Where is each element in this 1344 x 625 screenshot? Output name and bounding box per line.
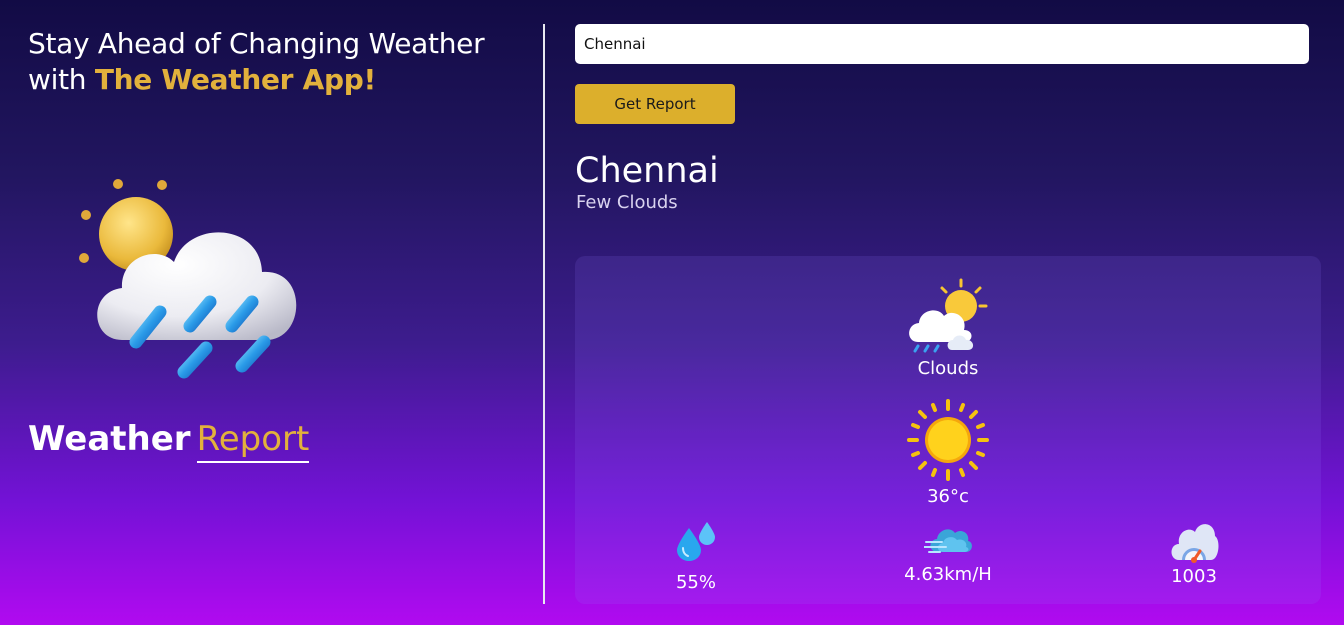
temperature-label: 36°c bbox=[927, 486, 969, 507]
weather-description: Few Clouds bbox=[576, 192, 678, 213]
headline-prefix: with bbox=[28, 63, 95, 96]
vertical-divider bbox=[543, 24, 545, 604]
hero-panel: Stay Ahead of Changing Weather with The … bbox=[0, 0, 544, 625]
pressure-block: 1003 bbox=[1144, 514, 1244, 588]
wind-cloud-icon bbox=[924, 529, 972, 553]
pressure-gauge-cloud-icon bbox=[1171, 524, 1219, 563]
weather-details-card: Clouds 36°c 55% 4.63km/H 1003 bbox=[575, 256, 1321, 604]
city-name: Chennai bbox=[575, 151, 719, 191]
sun-cloud-rain-icon bbox=[79, 179, 297, 379]
get-report-button[interactable]: Get Report bbox=[575, 84, 735, 124]
city-search-input[interactable] bbox=[575, 24, 1309, 64]
wind-label: 4.63km/H bbox=[904, 564, 992, 585]
humidity-label: 55% bbox=[675, 572, 716, 593]
water-drops-icon bbox=[677, 522, 715, 561]
condition-block: Clouds bbox=[888, 278, 1008, 380]
partly-cloudy-rain-icon bbox=[909, 278, 988, 353]
wind-block: 4.63km/H bbox=[888, 518, 1008, 586]
report-title-accent: Report bbox=[196, 418, 310, 463]
humidity-block: 55% bbox=[646, 518, 746, 594]
pressure-label: 1003 bbox=[1171, 566, 1217, 587]
temperature-block: 36°c bbox=[888, 398, 1008, 508]
headline-line-1: Stay Ahead of Changing Weather bbox=[28, 27, 485, 60]
hero-headline: Stay Ahead of Changing Weather with The … bbox=[28, 26, 508, 98]
condition-label: Clouds bbox=[917, 358, 979, 379]
weather-report-title: Weather Report bbox=[28, 418, 310, 463]
sun-icon bbox=[907, 399, 989, 481]
headline-brand: The Weather App! bbox=[94, 63, 376, 96]
report-title-main: Weather bbox=[28, 419, 191, 459]
